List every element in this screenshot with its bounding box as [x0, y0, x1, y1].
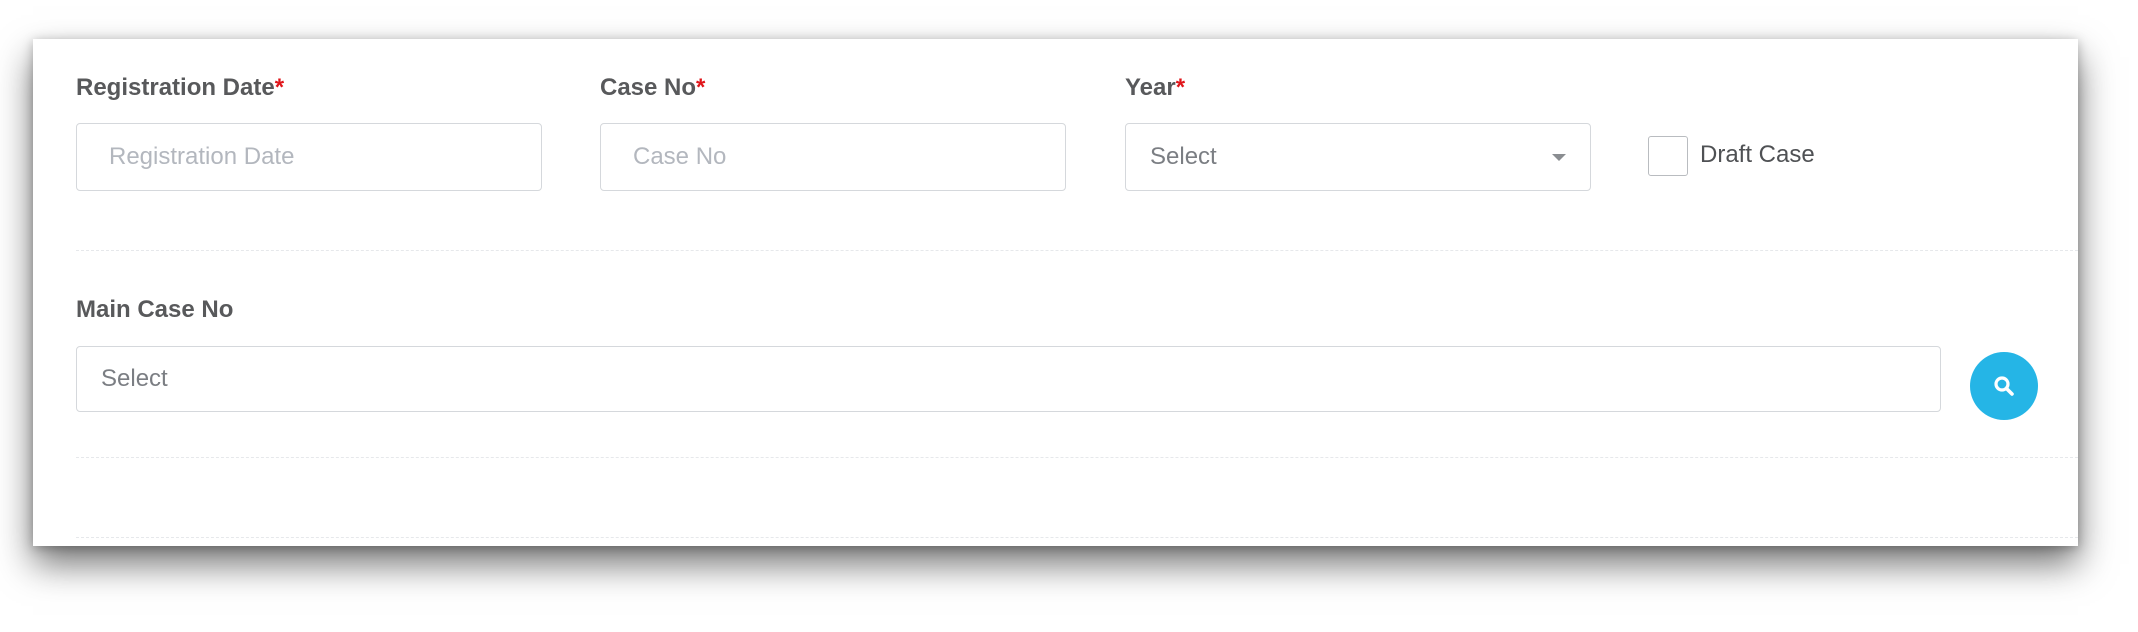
case-no-input[interactable] — [600, 123, 1066, 191]
registration-date-label-text: Registration Date — [76, 74, 275, 101]
search-icon — [1994, 376, 2014, 396]
year-label: Year* — [1125, 74, 1185, 102]
section-divider — [76, 537, 2078, 538]
chevron-down-icon — [1552, 154, 1566, 161]
draft-case-label[interactable]: Draft Case — [1700, 141, 1815, 169]
draft-case-checkbox[interactable] — [1648, 136, 1688, 176]
year-select-value: Select — [1150, 143, 1217, 170]
required-asterisk: * — [1175, 74, 1186, 101]
search-button[interactable] — [1970, 352, 2038, 420]
case-form-card: Registration Date* Case No* Year* Select… — [33, 39, 2078, 546]
section-divider — [76, 457, 2078, 458]
case-no-label: Case No* — [600, 74, 705, 102]
registration-date-input[interactable] — [76, 123, 542, 191]
required-asterisk: * — [696, 74, 706, 101]
main-case-no-select[interactable]: Select — [76, 346, 1941, 412]
main-case-no-label: Main Case No — [76, 296, 234, 323]
year-label-text: Year — [1125, 74, 1176, 101]
main-case-no-select-value: Select — [101, 365, 168, 392]
required-asterisk: * — [274, 74, 285, 101]
section-divider — [76, 250, 2078, 251]
registration-date-label: Registration Date* — [76, 74, 284, 102]
year-select[interactable]: Select — [1125, 123, 1591, 191]
case-no-label-text: Case No — [600, 74, 697, 101]
